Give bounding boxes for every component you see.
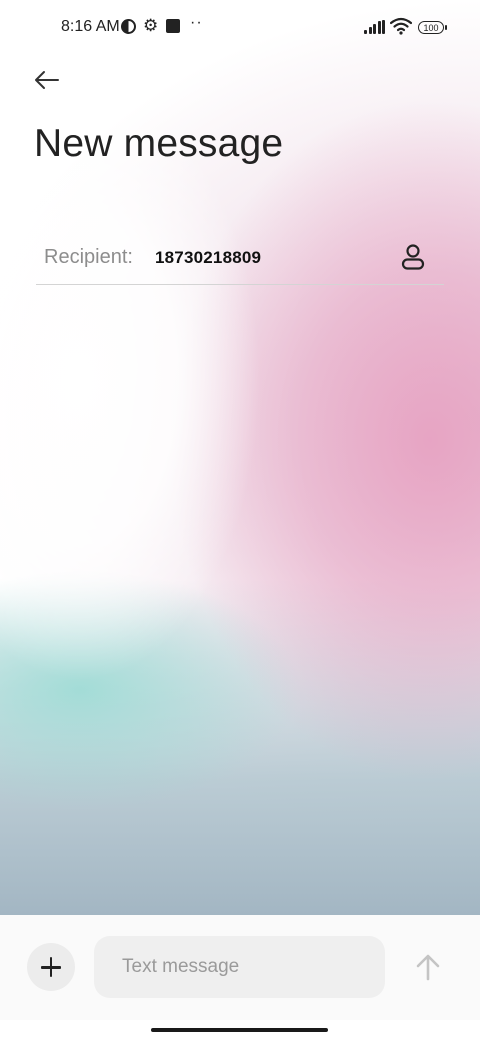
status-bar: 8:16 AM ⚙ ·· 100 [0, 0, 480, 56]
person-icon[interactable] [398, 242, 428, 272]
navigation-area [0, 1020, 480, 1040]
battery-icon: 100 [418, 21, 447, 34]
message-input[interactable] [94, 936, 385, 998]
arrow-up-icon[interactable] [412, 951, 444, 983]
notification-square-icon [166, 19, 180, 33]
wifi-icon [390, 17, 412, 35]
back-arrow-icon[interactable] [30, 64, 64, 98]
home-indicator[interactable] [151, 1028, 328, 1032]
settings-gear-icon: ⚙ [143, 16, 159, 35]
add-attachment-button[interactable] [27, 943, 75, 991]
data-saver-icon [121, 19, 136, 34]
status-time: 8:16 AM [61, 18, 120, 35]
signal-strength-icon [364, 20, 386, 34]
recipient-number[interactable]: 18730218809 [155, 248, 261, 268]
page-title: New message [34, 122, 284, 165]
recipient-field[interactable]: Recipient: 18730218809 [36, 232, 444, 285]
more-notifications-icon: ·· [190, 14, 203, 31]
composer-bar [0, 915, 480, 1022]
recipient-label: Recipient: [44, 246, 133, 268]
